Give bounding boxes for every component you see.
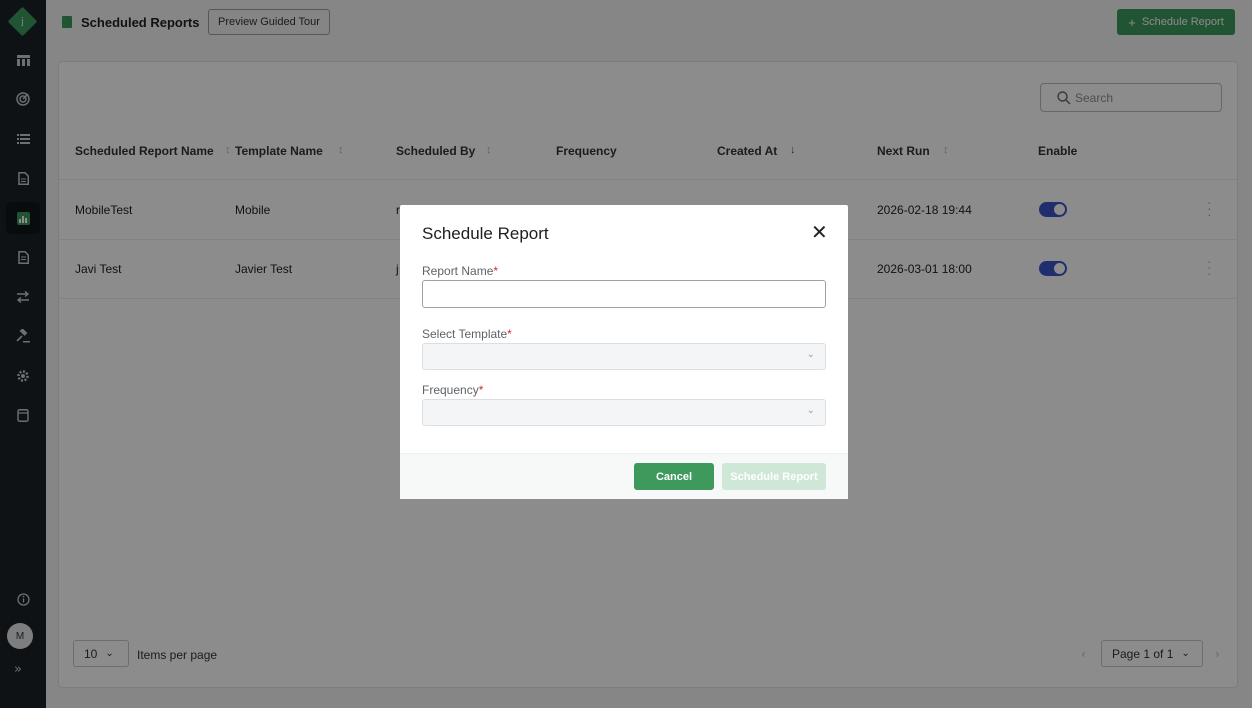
chevron-down-icon: ⌄ — [806, 349, 815, 360]
modal-title: Schedule Report — [422, 224, 549, 243]
chevron-down-icon: ⌄ — [806, 405, 815, 416]
report-name-input[interactable] — [422, 280, 826, 308]
cancel-button[interactable]: Cancel — [634, 463, 714, 490]
template-select[interactable]: ⌄ — [422, 343, 826, 370]
schedule-report-submit-button[interactable]: Schedule Report — [722, 463, 826, 490]
close-icon[interactable]: ✕ — [811, 222, 828, 242]
report-name-label: Report Name* — [422, 264, 499, 278]
frequency-select[interactable]: ⌄ — [422, 399, 826, 426]
select-template-label: Select Template* — [422, 327, 512, 341]
schedule-report-modal: Schedule Report ✕ Report Name* Select Te… — [400, 205, 848, 499]
frequency-label: Frequency* — [422, 383, 484, 397]
